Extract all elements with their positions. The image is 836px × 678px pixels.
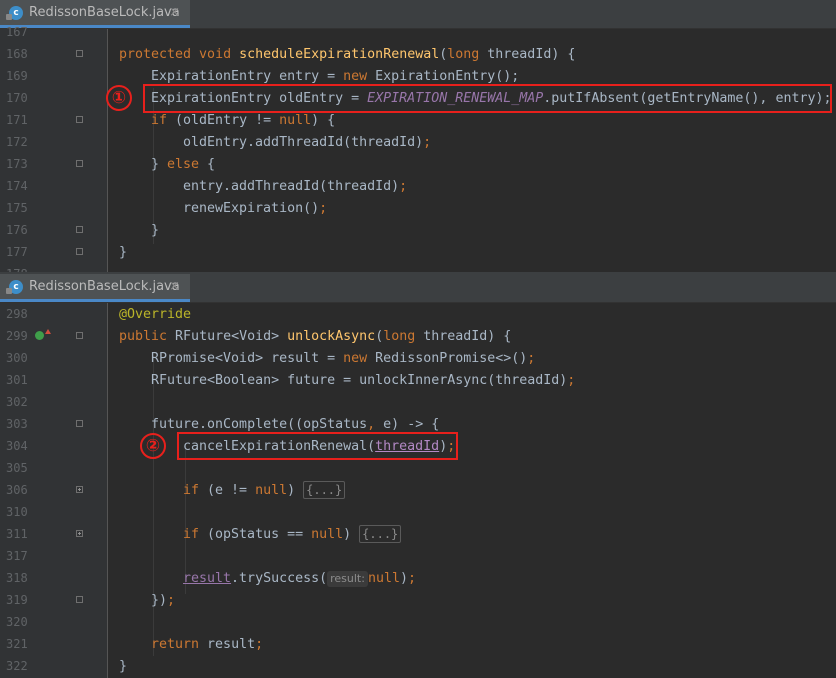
close-tab-icon[interactable]: × — [169, 279, 180, 294]
expand-fold-icon[interactable] — [76, 486, 83, 493]
code-line[interactable]: 172 oldEntry.addThreadId(threadId); — [0, 132, 836, 154]
code-line[interactable]: 306 if (e != null) {...} — [0, 480, 836, 502]
overrides-method-icon[interactable] — [35, 329, 51, 340]
code-text[interactable]: @Override — [119, 305, 191, 325]
line-number: 300 — [6, 351, 28, 365]
code-text[interactable]: if (opStatus == null) {...} — [183, 525, 402, 545]
fold-toggle-icon[interactable] — [76, 248, 83, 255]
editor-pane-bottom: c RedissonBaseLock.java × 298 @Override … — [0, 274, 836, 678]
tab-label: RedissonBaseLock.java — [29, 5, 180, 20]
fold-toggle-icon[interactable] — [76, 116, 83, 123]
code-line[interactable]: 322 } — [0, 656, 836, 678]
code-line[interactable]: 321 return result; — [0, 634, 836, 656]
code-line[interactable]: 318 result.trySuccess(result: null); — [0, 568, 836, 590]
close-tab-icon[interactable]: × — [169, 5, 180, 20]
line-number: 311 — [6, 527, 28, 541]
annotation-marker-2: ② — [140, 433, 166, 459]
line-number: 304 — [6, 439, 28, 453]
code-text[interactable]: RPromise<Void> result = new RedissonProm… — [151, 349, 535, 369]
fold-toggle-icon[interactable] — [76, 160, 83, 167]
line-number: 310 — [6, 505, 28, 519]
line-number: 306 — [6, 483, 28, 497]
tab-label: RedissonBaseLock.java — [29, 279, 180, 294]
line-number: 305 — [6, 461, 28, 475]
line-number: 174 — [6, 179, 28, 193]
line-number: 173 — [6, 157, 28, 171]
code-line[interactable]: 173 } else { — [0, 154, 836, 176]
code-line[interactable]: 298 @Override — [0, 304, 836, 326]
code-line[interactable]: 301 RFuture<Boolean> future = unlockInne… — [0, 370, 836, 392]
fold-toggle-icon[interactable] — [76, 596, 83, 603]
parameter-hint: result: — [327, 571, 368, 587]
line-number: 319 — [6, 593, 28, 607]
code-line: 178 — [0, 264, 836, 272]
code-text[interactable]: public RFuture<Void> unlockAsync(long th… — [119, 327, 511, 347]
line-number: 302 — [6, 395, 28, 409]
code-line[interactable]: 299 public RFuture<Void> unlockAsync(lon… — [0, 326, 836, 348]
java-class-icon: c — [6, 5, 23, 20]
code-line[interactable]: 168 protected void scheduleExpirationRen… — [0, 44, 836, 66]
code-text[interactable]: return result; — [151, 635, 263, 655]
line-number: 318 — [6, 571, 28, 585]
line-number: 321 — [6, 637, 28, 651]
code-line[interactable]: 175 renewExpiration(); — [0, 198, 836, 220]
code-text[interactable]: } — [119, 243, 127, 263]
code-text[interactable]: } else { — [151, 155, 215, 175]
code-text[interactable]: if (oldEntry != null) { — [151, 111, 335, 131]
code-line[interactable]: 174 entry.addThreadId(threadId); — [0, 176, 836, 198]
code-text[interactable]: entry.addThreadId(threadId); — [183, 177, 407, 197]
highlight-box-1 — [143, 84, 832, 113]
line-number: 170 — [6, 91, 28, 105]
code-line: 305 — [0, 458, 836, 480]
code-text[interactable]: if (e != null) {...} — [183, 481, 346, 501]
code-line[interactable]: 176 } — [0, 220, 836, 242]
line-number: 298 — [6, 307, 28, 321]
code-text[interactable]: result.trySuccess(result: null); — [183, 569, 416, 589]
line-number: 171 — [6, 113, 28, 127]
code-line: 167 — [0, 22, 836, 44]
code-text[interactable]: } — [151, 221, 159, 241]
line-number: 299 — [6, 329, 28, 343]
expand-fold-icon[interactable] — [76, 530, 83, 537]
code-text[interactable]: renewExpiration(); — [183, 199, 327, 219]
editor-tab-bar: c RedissonBaseLock.java × — [0, 274, 836, 303]
line-number: 168 — [6, 47, 28, 61]
folded-code-block[interactable]: {...} — [359, 525, 402, 543]
java-class-icon: c — [6, 279, 23, 294]
code-line: 320 — [0, 612, 836, 634]
code-text[interactable]: protected void scheduleExpirationRenewal… — [119, 45, 575, 65]
fold-toggle-icon[interactable] — [76, 226, 83, 233]
code-line[interactable]: 300 RPromise<Void> result = new Redisson… — [0, 348, 836, 370]
line-number: 303 — [6, 417, 28, 431]
code-line: 317 — [0, 546, 836, 568]
code-line: 310 — [0, 502, 836, 524]
fold-toggle-icon[interactable] — [76, 50, 83, 57]
highlight-box-2 — [177, 432, 458, 460]
code-text[interactable]: }); — [151, 591, 175, 611]
editor-pane-top: c RedissonBaseLock.java × 167 168 protec… — [0, 0, 836, 272]
code-line[interactable]: 171 if (oldEntry != null) { — [0, 110, 836, 132]
code-line[interactable]: 311 if (opStatus == null) {...} — [0, 524, 836, 546]
code-line[interactable]: 177 } — [0, 242, 836, 264]
line-number: 301 — [6, 373, 28, 387]
code-line[interactable]: 319 }); — [0, 590, 836, 612]
code-text[interactable]: RFuture<Boolean> future = unlockInnerAsy… — [151, 371, 575, 391]
code-line: 302 — [0, 392, 836, 414]
line-number: 167 — [6, 25, 28, 39]
fold-toggle-icon[interactable] — [76, 420, 83, 427]
code-text[interactable]: oldEntry.addThreadId(threadId); — [183, 133, 431, 153]
line-number: 175 — [6, 201, 28, 215]
code-text[interactable]: } — [119, 657, 127, 677]
line-number: 177 — [6, 245, 28, 259]
line-number: 320 — [6, 615, 28, 629]
folded-code-block[interactable]: {...} — [303, 481, 346, 499]
line-number: 172 — [6, 135, 28, 149]
annotation-marker-1: ① — [106, 85, 132, 111]
line-number: 169 — [6, 69, 28, 83]
line-number: 317 — [6, 549, 28, 563]
line-number: 322 — [6, 659, 28, 673]
line-number: 176 — [6, 223, 28, 237]
editor-tab-redissonbaselock[interactable]: c RedissonBaseLock.java × — [0, 274, 190, 302]
fold-toggle-icon[interactable] — [76, 332, 83, 339]
